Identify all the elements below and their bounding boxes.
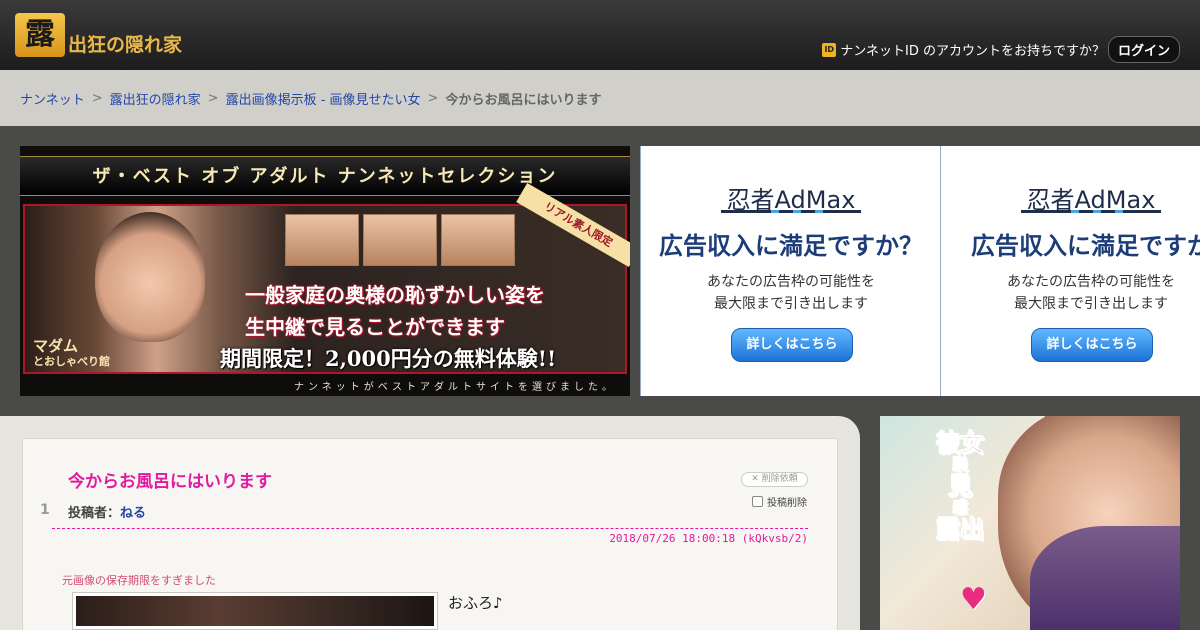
ad-subtext: あなたの広告枠の可能性を 最大限まで引き出します [641, 271, 940, 315]
poster-name[interactable]: ねる [120, 506, 146, 521]
site-logo[interactable]: 露 出狂の隠れ家 [15, 12, 182, 58]
delete-post-checkbox[interactable] [752, 496, 763, 507]
side-ad-text: 彼女 脱 見 感 露出 [920, 429, 1000, 543]
post-body: おふろ♪ [448, 594, 503, 612]
banner-headline-1: 一般家庭の奥様の恥ずかしい姿を [245, 283, 545, 307]
post-image[interactable] [72, 592, 438, 630]
ad-headline: 広告収入に満足ですか？ [659, 232, 923, 260]
breadcrumb-separator: > [207, 90, 219, 106]
ad-subtext: あなたの広告枠の可能性を 最大限まで引き出します [941, 271, 1200, 315]
side-ad-illustration [1030, 526, 1180, 630]
ad-subtext-line-2: 最大限まで引き出します [1014, 296, 1168, 312]
ad-details-button[interactable]: 詳しくはこちら [731, 328, 853, 362]
side-ad[interactable]: 彼女 脱 見 感 露出 ♥ [880, 416, 1180, 630]
admax-ad-1[interactable]: 忍者AdMax 広告収入に満足ですか？ あなたの広告枠の可能性を 最大限まで引き… [640, 146, 940, 396]
delete-request-button[interactable]: ✕ 削除依頼 [741, 472, 808, 487]
promo-banner[interactable]: ザ・ベスト オブ アダルト ナンネットセレクション リアル素人限定 一般家庭の奥… [20, 146, 630, 396]
ad-subtext-line-1: あなたの広告枠の可能性を [1007, 274, 1175, 290]
account-area: ID ナンネットID のアカウントをお持ちですか？ ログイン [822, 36, 1180, 63]
logo-text: 出狂の隠れ家 [68, 33, 183, 56]
banner-headline-2: 生中継で見ることができます [245, 315, 505, 339]
image-expired-notice: 元画像の保存期限をすぎました [62, 574, 216, 587]
breadcrumb-separator: > [427, 90, 439, 106]
side-ad-text-line: 見 [948, 472, 973, 500]
ad-headline: 広告収入に満足ですか [971, 232, 1200, 260]
ad-details-button[interactable]: 詳しくはこちら [1031, 328, 1153, 362]
banner-portrait [95, 212, 205, 342]
banner-footer: ナンネットがベストアダルトサイトを選びました。 [294, 382, 616, 393]
ad-underline [1021, 210, 1161, 213]
poster-label: 投稿者： [68, 506, 121, 521]
madam-line-1: マダム [33, 337, 79, 355]
account-prompt: ナンネットID のアカウントをお持ちですか？ [840, 44, 1105, 59]
breadcrumb-link-board[interactable]: 露出狂の隠れ家 [110, 89, 201, 108]
close-icon: ✕ [751, 474, 762, 484]
side-ad-text-line: 彼女 [936, 429, 985, 457]
side-ad-text-line: 露出 [936, 515, 985, 543]
banner-photo: リアル素人限定 一般家庭の奥様の恥ずかしい姿を 生中継で見ることができます 期間… [23, 182, 630, 374]
madam-line-2: とおしゃべり館 [33, 355, 110, 368]
breadcrumb: ナンネット > 露出狂の隠れ家 > 露出画像掲示板 - 画像見せたい女 > 今か… [0, 70, 1200, 126]
post-divider [52, 528, 808, 529]
login-button[interactable]: ログイン [1107, 36, 1180, 63]
breadcrumb-separator: > [91, 90, 103, 106]
breadcrumb-link-nannet[interactable]: ナンネット [20, 89, 85, 108]
delete-request-label: 削除依頼 [761, 474, 798, 484]
post-meta: 2018/07/26 18:00:18 (kQkvsb/2) [609, 532, 808, 545]
side-ad-text-line: 感 [952, 498, 968, 516]
breadcrumb-link-category[interactable]: 露出画像掲示板 - 画像見せたい女 [226, 89, 421, 108]
ad-subtext-line-1: あなたの広告枠の可能性を [707, 274, 875, 290]
delete-post-toggle[interactable]: 投稿削除 [752, 494, 807, 509]
side-ad-text-line: 脱 [952, 455, 968, 473]
breadcrumb-current: 今からお風呂にはいります [445, 92, 602, 108]
delete-post-label: 投稿削除 [767, 498, 807, 509]
banner-thumbnail [363, 214, 437, 266]
post-title: 今からお風呂にはいります [68, 472, 272, 492]
ad-underline [721, 210, 861, 213]
ad-subtext-line-2: 最大限まで引き出します [714, 296, 868, 312]
admax-ad-2[interactable]: 忍者AdMax 広告収入に満足ですか あなたの広告枠の可能性を 最大限まで引き出… [940, 146, 1200, 396]
poster-info: 投稿者：ねる [68, 502, 146, 521]
heart-icon: ♥ [960, 582, 987, 617]
banner-headline-3: 期間限定！2,000円分の無料体験!! [220, 346, 557, 371]
banner-title: ザ・ベスト オブ アダルト ナンネットセレクション [92, 166, 558, 187]
top-header: 露 出狂の隠れ家 ID ナンネットID のアカウントをお持ちですか？ ログイン [0, 0, 1200, 70]
banner-madam-label: マダム とおしゃべり館 [33, 338, 110, 370]
banner-thumbnail [285, 214, 359, 266]
post-number: 1 [40, 502, 50, 518]
logo-mark: 露 [15, 13, 65, 57]
banner-thumbnail [441, 214, 515, 266]
id-icon: ID [822, 42, 837, 57]
